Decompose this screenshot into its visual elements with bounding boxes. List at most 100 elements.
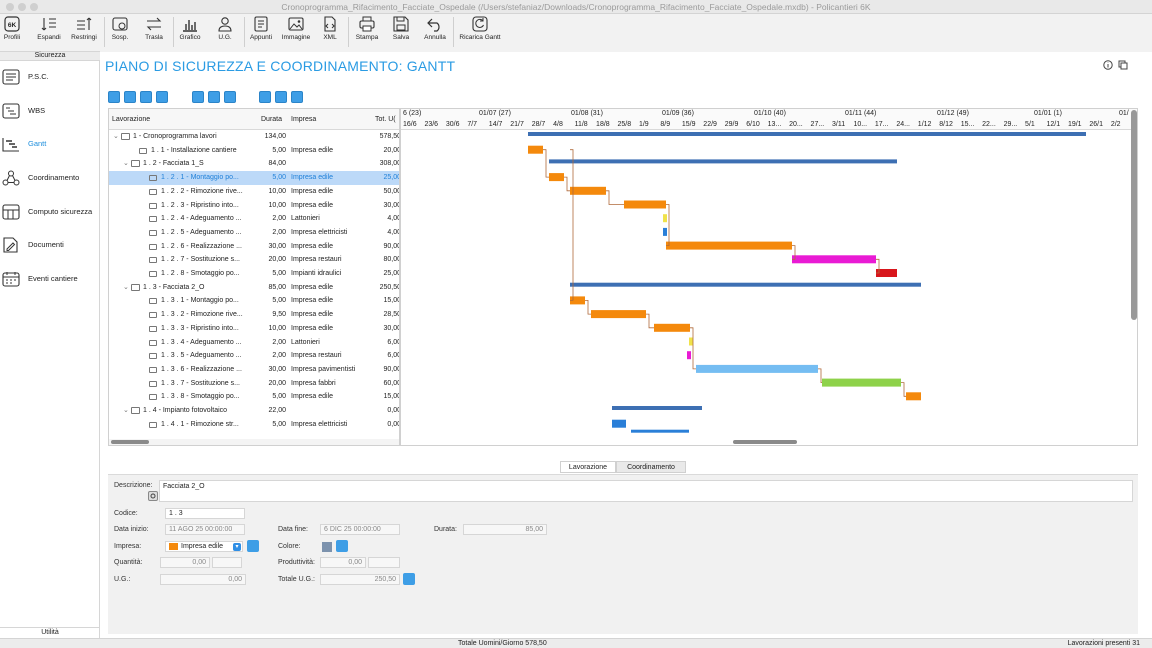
gantt-task-bar[interactable] (822, 378, 901, 387)
gantt-task-bar[interactable] (906, 392, 921, 401)
ug-field[interactable]: 0,00 (160, 574, 246, 585)
gantt-summary-bar[interactable] (549, 159, 897, 164)
produttivita-unit-field[interactable] (368, 557, 400, 568)
salva-button[interactable]: Salva (388, 15, 414, 51)
table-row[interactable]: 1 . 2 . 5 - Adeguamento ... 2,00 Impresa e… (109, 226, 399, 240)
codice-field[interactable]: 1 . 3 (165, 508, 245, 519)
table-row[interactable]: 1 . 2 . 3 - Ripristino into... 10,00 Impre… (109, 199, 399, 213)
restringi-button[interactable]: Restringi (68, 15, 100, 51)
ricarica-gantt-button[interactable]: Ricarica Gantt (455, 15, 505, 51)
tab-coordinamento[interactable]: Coordinamento (616, 461, 686, 473)
import-icon[interactable] (259, 91, 271, 103)
impresa-select[interactable]: Impresa edile ▾ (165, 541, 243, 552)
table-row[interactable]: 1 . 3 . 2 - Rimozione rive... 9,50 Impresa… (109, 308, 399, 322)
grid-hscroll-thumb[interactable] (111, 440, 149, 444)
table-row[interactable]: 1 . 2 . 7 - Sostituzione s... 20,00 Impres… (109, 253, 399, 267)
gantt-task-bar[interactable] (666, 241, 792, 250)
gantt-task-bar[interactable] (654, 323, 690, 332)
table-row[interactable]: 1 . 2 . 1 - Montaggio po... 5,00 Impresa e… (109, 171, 399, 186)
sidebar-item-gantt[interactable]: Gantt (0, 130, 100, 156)
colore-swatch[interactable] (322, 542, 332, 552)
table-row[interactable]: 1 . 2 . 8 - Smotaggio po... 5,00 Impianti … (109, 267, 399, 281)
gantt-task-bar[interactable] (687, 351, 691, 360)
espandi-button[interactable]: Espandi (34, 15, 64, 51)
color-picker-icon[interactable] (336, 540, 348, 552)
profili-button[interactable]: 6K Profili (0, 15, 24, 51)
sosp-button[interactable]: Sosp. (107, 15, 133, 51)
gantt-task-bar[interactable] (631, 429, 689, 433)
gantt-hscroll-thumb[interactable] (733, 440, 797, 444)
gantt-task-bar[interactable] (591, 310, 646, 319)
info-icon[interactable] (1103, 60, 1113, 70)
gantt-summary-bar[interactable] (528, 132, 1086, 136)
gantt-task-bar[interactable] (792, 255, 876, 264)
gantt-task-bar[interactable] (624, 200, 666, 209)
gantt-task-bar[interactable] (570, 186, 606, 195)
table-row[interactable]: 1 . 3 . 5 - Adeguamento ... 2,00 Impresa r… (109, 349, 399, 363)
gantt-task-bar[interactable] (663, 227, 667, 236)
table-row[interactable]: 1 . 1 - Installazione cantiere 5,00 Impres… (109, 144, 399, 158)
tab-lavorazione[interactable]: Lavorazione (560, 461, 616, 473)
gantt-summary-bar[interactable] (612, 406, 702, 410)
comment-icon[interactable] (140, 91, 152, 103)
gantt-task-bar[interactable] (549, 173, 564, 182)
quantita-field[interactable]: 0,00 (160, 557, 210, 568)
table-row[interactable]: 1 . 3 . 8 - Smotaggio po... 5,00 Impresa e… (109, 390, 399, 404)
table-row[interactable]: ⌄ 1 - Cronoprogramma lavori 134,00 578,50 (109, 130, 399, 144)
refresh-icon[interactable] (403, 573, 415, 585)
gantt-task-bar[interactable] (696, 364, 818, 373)
table-row[interactable]: 1 . 3 . 6 - Realizzazione ... 30,00 Impres… (109, 363, 399, 377)
appunti-button[interactable]: Appunti (246, 15, 276, 51)
table-row[interactable]: ⌄ 1 . 2 - Facciata 1_S 84,00 308,00 (109, 157, 399, 171)
sidebar-item-computo-sicurezza[interactable]: Computo sicurezza (0, 198, 100, 224)
disclosure-chevron-icon[interactable]: ⌄ (113, 130, 119, 144)
annulla-button[interactable]: Annulla (420, 15, 450, 51)
sidebar-item-coordinamento[interactable]: Coordinamento (0, 164, 100, 190)
table-row[interactable]: 1 . 2 . 4 - Adeguamento ... 2,00 Lattonier… (109, 212, 399, 226)
gantt-summary-bar[interactable] (570, 282, 921, 287)
add-icon[interactable] (108, 91, 120, 103)
grafico-button[interactable]: Grafico (175, 15, 205, 51)
produttivita-field[interactable]: 0,00 (320, 557, 366, 568)
table-row[interactable]: 1 . 4 . 1 - Rimozione str... 5,00 Impresa … (109, 418, 399, 432)
trasla-button[interactable]: Trasla (140, 15, 168, 51)
sidebar-item-wbs[interactable]: WBS (0, 97, 100, 123)
window-copy-icon[interactable] (1118, 60, 1128, 70)
impresa-edit-icon[interactable] (247, 540, 259, 552)
sidebar-item-documenti[interactable]: Documenti (0, 231, 100, 257)
gantt-task-bar[interactable] (689, 337, 693, 346)
view-icon[interactable] (291, 91, 303, 103)
remove-icon[interactable] (124, 91, 136, 103)
table-row[interactable]: ⌄ 1 . 4 - Impianto fotovoltaico 22,00 0,00 (109, 404, 399, 418)
data-inizio-field[interactable]: 11 AGO 25 00:00:00 (165, 524, 245, 535)
col-durata[interactable]: Durata (261, 116, 282, 123)
utilita-section[interactable]: Utilità (0, 627, 100, 638)
table-row[interactable]: ⌄ 1 . 3 - Facciata 2_O 85,00 Impresa edile 2… (109, 281, 399, 295)
gantt-task-bar[interactable] (612, 419, 626, 428)
immagine-button[interactable]: Immagine (279, 15, 313, 51)
col-lavorazione[interactable]: Lavorazione (112, 116, 150, 123)
grid-hscroll[interactable] (109, 439, 399, 445)
xml-button[interactable]: XML (318, 15, 342, 51)
col-impresa[interactable]: Impresa (291, 116, 316, 123)
sidebar-item-eventi-cantiere[interactable]: Eventi cantiere (0, 265, 100, 291)
table-row[interactable]: 1 . 2 . 6 - Realizzazione ... 30,00 Impres… (109, 240, 399, 254)
table-row[interactable]: 1 . 3 . 3 - Ripristino into... 10,00 Impre… (109, 322, 399, 336)
gear-icon[interactable] (148, 491, 158, 501)
settings-icon[interactable] (208, 91, 220, 103)
sicurezza-section-header[interactable]: Sicurezza (0, 51, 100, 61)
edit-icon[interactable] (156, 91, 168, 103)
calendar-small-icon[interactable] (224, 91, 236, 103)
durata-field[interactable]: 85,00 (463, 524, 547, 535)
disclosure-chevron-icon[interactable]: ⌄ (123, 404, 129, 418)
sidebar-item-psc[interactable]: P.S.C. (0, 63, 100, 89)
col-tot[interactable]: Tot. U( (375, 116, 396, 123)
export-icon[interactable] (275, 91, 287, 103)
gantt-task-bar[interactable] (663, 214, 667, 223)
data-fine-field[interactable]: 6 DIC 25 00:00:00 (320, 524, 400, 535)
ug-button[interactable]: U.G. (212, 15, 238, 51)
table-row[interactable]: 1 . 2 . 2 - Rimozione rive... 10,00 Impres… (109, 185, 399, 199)
disclosure-chevron-icon[interactable]: ⌄ (123, 281, 129, 295)
disclosure-chevron-icon[interactable]: ⌄ (123, 157, 129, 171)
totale-ug-field[interactable]: 250,50 (320, 574, 400, 585)
